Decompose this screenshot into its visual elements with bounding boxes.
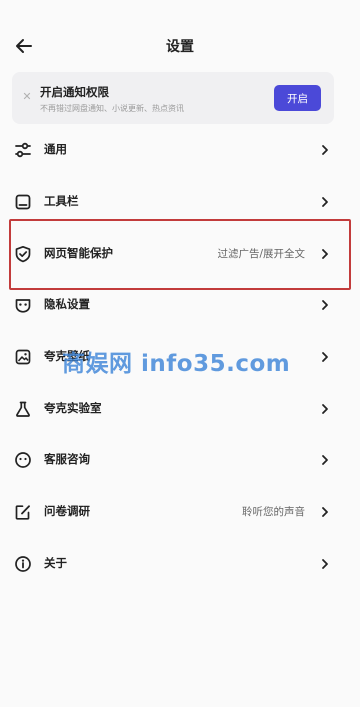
wallpaper-icon — [13, 347, 33, 367]
toolbar-icon — [13, 192, 33, 212]
chevron-right-icon — [320, 142, 330, 158]
privacy-mask-icon — [13, 295, 33, 315]
flask-icon — [13, 399, 33, 419]
settings-item-general[interactable]: 通用 — [0, 128, 360, 172]
watermark: 商娱网 info35.com — [62, 351, 291, 377]
chevron-right-icon — [320, 452, 330, 468]
info-icon — [13, 554, 33, 574]
settings-item-value: 聆听您的声音 — [242, 506, 305, 518]
chevron-right-icon — [320, 349, 330, 365]
chevron-right-icon — [320, 556, 330, 572]
settings-item-label: 夸克实验室 — [44, 401, 102, 415]
settings-item-label: 关于 — [44, 556, 67, 570]
notification-permission-banner: ✕ 开启通知权限 不再错过网盘通知、小说更新、热点资讯 开启 — [12, 72, 334, 124]
notice-title: 开启通知权限 — [40, 85, 109, 99]
settings-item-label: 问卷调研 — [44, 504, 90, 518]
notice-subtitle: 不再错过网盘通知、小说更新、热点资讯 — [40, 104, 184, 113]
sliders-icon — [13, 140, 33, 160]
settings-item-label: 工具栏 — [44, 194, 79, 208]
survey-edit-icon — [13, 502, 33, 522]
settings-item-toolbar[interactable]: 工具栏 — [0, 180, 360, 224]
chevron-right-icon — [320, 504, 330, 520]
chevron-right-icon — [320, 297, 330, 313]
enable-notification-button[interactable]: 开启 — [274, 85, 321, 111]
settings-item-label: 客服咨询 — [44, 452, 90, 466]
chevron-right-icon — [320, 401, 330, 417]
settings-item-label: 网页智能保护 — [44, 246, 113, 260]
chevron-right-icon — [320, 246, 330, 262]
settings-item-privacy[interactable]: 隐私设置 — [0, 283, 360, 327]
customer-service-icon — [13, 450, 33, 470]
shield-check-icon — [13, 244, 33, 264]
settings-item-lab[interactable]: 夸克实验室 — [0, 387, 360, 431]
header: 设置 — [0, 30, 360, 64]
settings-item-label: 通用 — [44, 142, 67, 156]
settings-item-value: 过滤广告/展开全文 — [217, 248, 305, 260]
close-icon[interactable]: ✕ — [21, 91, 33, 103]
settings-item-survey[interactable]: 问卷调研 聆听您的声音 — [0, 490, 360, 534]
page-title: 设置 — [166, 39, 194, 55]
settings-item-customer-service[interactable]: 客服咨询 — [0, 438, 360, 482]
settings-item-web-smart-protection[interactable]: 网页智能保护 过滤广告/展开全文 — [0, 232, 360, 276]
settings-item-about[interactable]: 关于 — [0, 542, 360, 586]
settings-item-label: 隐私设置 — [44, 297, 90, 311]
chevron-right-icon — [320, 194, 330, 210]
